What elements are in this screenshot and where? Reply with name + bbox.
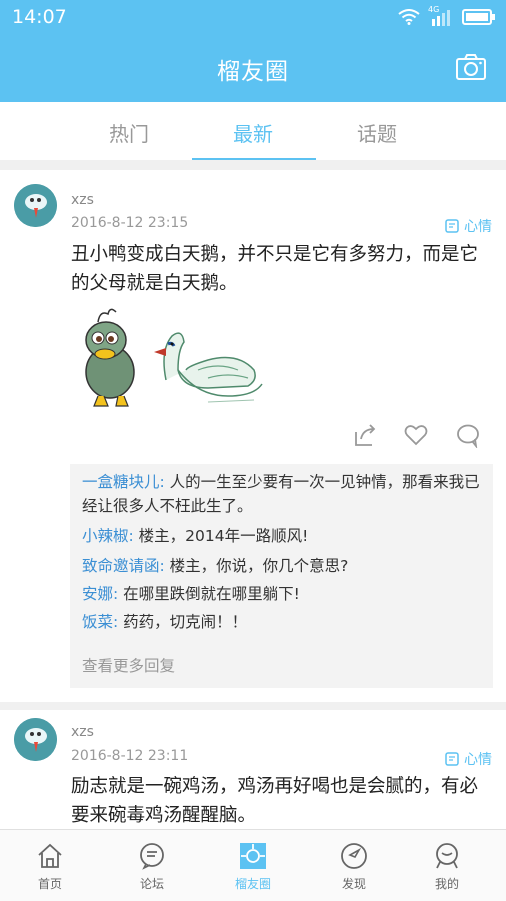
post-content: 丑小鸭变成白天鹅，并不只是它有多努力，而是它的父母就是白天鹅。 [71,244,479,294]
circle-icon [240,843,266,869]
tab-hot[interactable]: 热门 [109,118,149,147]
comment-icon[interactable] [455,422,481,448]
section-gap [0,160,506,170]
forum-icon [140,843,164,870]
more-replies-link[interactable]: 查看更多回复 [82,654,175,676]
page-title: 榴友圈 [217,59,289,85]
mood-label: 心情 [464,219,492,235]
nav-label: 首页 [37,877,62,891]
home-icon [38,843,62,868]
comment-item[interactable]: 小辣椒: 楼主，2014年一路顺风! [82,524,482,548]
status-bar: 14:07 4G [0,0,506,34]
comment-item[interactable]: 一盒糖块儿: 人的一生至少要有一次一见钟情，那看来我已经让很多人不枉此生了。 [82,470,482,518]
discover-icon [341,843,367,869]
post-content: 励志就是一碗鸡汤，鸡汤再好喝也是会腻的，有必要来碗毒鸡汤醒醒脑。 [71,776,479,826]
nav-forum[interactable]: 论坛 [117,842,187,892]
profile-icon [436,843,458,869]
comment-text: 楼主，2014年一路顺风! [138,527,309,545]
share-icon[interactable] [352,422,378,448]
post-mood-tag: 心情 [445,749,492,769]
nav-home[interactable]: 首页 [15,842,85,892]
commenter-name[interactable]: 小辣椒: [82,527,134,545]
comment-text: 药药，切克闹！！ [123,613,248,631]
avatar-image [14,184,57,227]
post-mood-tag: 心情 [445,216,492,236]
nav-circle[interactable]: 榴友圈 [218,842,288,892]
nav-label: 我的 [434,877,459,891]
comments-box: 一盒糖块儿: 人的一生至少要有一次一见钟情，那看来我已经让很多人不枉此生了。 小… [70,464,493,688]
commenter-name[interactable]: 饭菜: [82,613,118,631]
bottom-nav: 首页 论坛 榴友圈 发现 我的 [0,829,506,901]
wifi-icon [398,9,420,25]
comment-text: 楼主，你说，你几个意思? [169,557,349,575]
nav-label: 论坛 [139,877,164,891]
post-divider [0,702,506,710]
tab-bar: 热门 最新 话题 [0,102,506,161]
post-image[interactable] [78,300,268,416]
comment-item[interactable]: 致命邀请函: 楼主，你说，你几个意思? [82,554,482,578]
commenter-name[interactable]: 安娜: [82,585,118,603]
tab-latest[interactable]: 最新 [233,118,273,147]
battery-icon [462,9,495,25]
comment-item[interactable]: 饭菜: 药药，切克闹！！ [82,610,482,634]
mood-icon [445,752,459,766]
post-username[interactable]: xzs [71,192,94,208]
avatar-image [14,718,57,761]
comment-item[interactable]: 安娜: 在哪里跌倒就在哪里躺下! [82,582,482,606]
nav-discover[interactable]: 发现 [319,842,389,892]
commenter-name[interactable]: 致命邀请函: [82,557,165,575]
title-bar: 榴友圈 [0,34,506,102]
commenter-name[interactable]: 一盒糖块儿: [82,473,165,491]
avatar[interactable] [14,184,57,227]
like-icon[interactable] [403,422,429,448]
mood-icon [445,219,459,233]
post-username[interactable]: xzs [71,724,94,740]
camera-icon[interactable] [456,54,486,80]
avatar[interactable] [14,718,57,761]
mood-label: 心情 [464,752,492,768]
status-time: 14:07 [12,6,67,28]
tab-topics[interactable]: 话题 [357,118,397,147]
post-time: 2016-8-12 23:15 [71,215,189,231]
post-time: 2016-8-12 23:11 [71,748,189,764]
nav-label: 发现 [341,877,366,891]
signal-icon: 4G [428,5,454,27]
nav-profile[interactable]: 我的 [412,842,482,892]
nav-label: 榴友圈 [234,877,271,891]
comment-text: 在哪里跌倒就在哪里躺下! [123,585,300,603]
